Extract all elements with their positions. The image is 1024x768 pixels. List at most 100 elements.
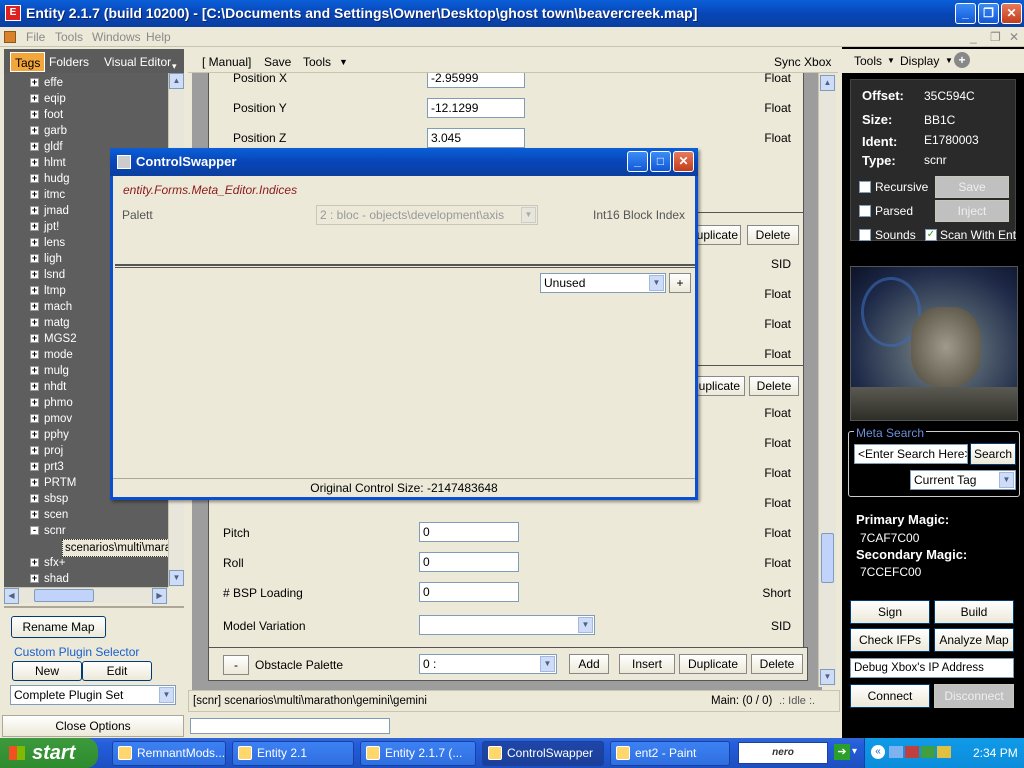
mdi-minimize-icon[interactable]: _ xyxy=(970,30,977,44)
tree-item[interactable]: + scen xyxy=(4,507,168,523)
expand-icon[interactable]: + xyxy=(30,446,39,455)
maximize-button[interactable]: ❐ xyxy=(978,3,999,24)
expand-icon[interactable]: + xyxy=(30,558,39,567)
search-button[interactable]: Search xyxy=(970,443,1016,465)
sign-button[interactable]: Sign xyxy=(850,600,930,624)
expand-icon[interactable]: + xyxy=(30,414,39,423)
save-tag-button[interactable]: Save xyxy=(935,176,1009,198)
add-button[interactable]: Add xyxy=(569,654,609,674)
expand-icon[interactable]: + xyxy=(30,78,39,87)
xbox-ip-input[interactable]: Debug Xbox's IP Address xyxy=(850,658,1014,678)
tree-item[interactable]: + garb xyxy=(4,123,168,139)
search-scope-select[interactable]: Current Tag ▼ xyxy=(910,470,1016,490)
expand-icon[interactable]: + xyxy=(30,254,39,263)
security-icon[interactable] xyxy=(905,746,919,758)
disconnect-button[interactable]: Disconnect xyxy=(934,684,1014,708)
horizontal-scroll-thumb[interactable] xyxy=(34,589,94,602)
expand-icon[interactable]: + xyxy=(30,478,39,487)
expand-icon[interactable]: + xyxy=(30,574,39,583)
mdi-close-icon[interactable]: ✕ xyxy=(1009,30,1019,44)
expand-icon[interactable]: + xyxy=(30,398,39,407)
expand-icon[interactable]: + xyxy=(30,334,39,343)
position-x-input[interactable]: -2.95999 xyxy=(427,73,525,88)
tree-item[interactable]: + shad xyxy=(4,571,168,587)
tray-expand-icon[interactable]: « xyxy=(871,745,885,759)
start-button[interactable]: start xyxy=(0,738,98,768)
dialog-title-bar[interactable]: ControlSwapper _ □ ✕ xyxy=(110,148,698,176)
expand-icon[interactable]: + xyxy=(30,302,39,311)
expand-icon[interactable]: + xyxy=(30,142,39,151)
tree-item[interactable]: + sfx+ xyxy=(4,555,168,571)
delete-button[interactable]: Delete xyxy=(747,225,799,245)
new-plugin-button[interactable]: New xyxy=(12,661,82,681)
edit-plugin-button[interactable]: Edit xyxy=(82,661,152,681)
expand-icon[interactable]: + xyxy=(30,206,39,215)
recursive-checkbox[interactable] xyxy=(859,181,871,193)
expand-icon[interactable]: + xyxy=(30,94,39,103)
tree-item[interactable]: + foot xyxy=(4,107,168,123)
tab-visual-editor[interactable]: Visual Editor xyxy=(100,52,175,72)
delete-button[interactable]: Delete xyxy=(751,654,803,674)
roll-input[interactable]: 0 xyxy=(419,552,519,572)
plugin-set-select[interactable]: Complete Plugin Set ▼ xyxy=(10,685,176,705)
volume-icon[interactable] xyxy=(937,746,951,758)
expand-icon[interactable]: + xyxy=(30,238,39,247)
scroll-down-icon[interactable]: ▼ xyxy=(169,570,184,586)
splitter[interactable] xyxy=(115,264,695,268)
expand-icon[interactable]: + xyxy=(30,510,39,519)
sync-xbox-button[interactable]: Sync Xbox xyxy=(774,55,831,69)
model-variation-select[interactable]: ▼ xyxy=(419,615,595,635)
close-button[interactable]: ✕ xyxy=(1001,3,1022,24)
expand-icon[interactable]: + xyxy=(30,286,39,295)
pitch-input[interactable]: 0 xyxy=(419,522,519,542)
save-meta-button[interactable]: Save xyxy=(264,55,291,69)
rename-map-button[interactable]: Rename Map xyxy=(11,616,106,638)
meta-search-input[interactable]: <Enter Search Here> xyxy=(854,444,968,464)
duplicate-button[interactable]: Duplicate xyxy=(679,654,747,674)
palett-select[interactable]: 2 : bloc - objects\development\axis ▼ xyxy=(316,205,538,225)
tree-item[interactable]: - scnr xyxy=(4,523,168,539)
expand-icon[interactable]: + xyxy=(30,430,39,439)
expand-icon[interactable]: + xyxy=(30,462,39,471)
scroll-up-icon[interactable]: ▲ xyxy=(820,75,835,91)
scroll-up-icon[interactable]: ▲ xyxy=(169,73,184,89)
delete-button[interactable]: Delete xyxy=(749,376,799,396)
dialog-maximize-button[interactable]: □ xyxy=(650,151,671,172)
collapse-icon[interactable]: - xyxy=(30,526,39,535)
position-z-input[interactable]: 3.045 xyxy=(427,128,525,148)
expand-icon[interactable]: + xyxy=(30,350,39,359)
expand-icon[interactable]: + xyxy=(30,494,39,503)
analyze-map-button[interactable]: Analyze Map xyxy=(934,628,1014,652)
bsp-loading-input[interactable]: 0 xyxy=(419,582,519,602)
check-ifps-button[interactable]: Check IFPs xyxy=(850,628,930,652)
expand-icon[interactable]: + xyxy=(30,222,39,231)
obstacle-palette-select[interactable]: 0 : ▼ xyxy=(419,654,557,674)
tab-tags[interactable]: Tags xyxy=(10,52,46,72)
task-entity-app[interactable]: Entity 2.1.7 (... xyxy=(360,741,476,766)
scroll-right-icon[interactable]: ▶ xyxy=(152,588,167,604)
title-bar[interactable]: E Entity 2.1.7 (build 10200) - [C:\Docum… xyxy=(0,0,1024,27)
expand-icon[interactable]: + xyxy=(30,126,39,135)
toolbar-tools-menu[interactable]: Tools xyxy=(303,55,331,69)
network-icon[interactable] xyxy=(889,746,903,758)
custom-plugin-selector-link[interactable]: Custom Plugin Selector xyxy=(14,645,139,659)
sounds-checkbox[interactable] xyxy=(859,229,871,241)
menu-file[interactable]: File xyxy=(26,30,45,44)
expand-icon[interactable]: + xyxy=(30,270,39,279)
dialog-close-button[interactable]: ✕ xyxy=(673,151,694,172)
right-display-menu[interactable]: Display xyxy=(900,54,939,68)
menu-help[interactable]: Help xyxy=(146,30,171,44)
expand-icon[interactable]: + xyxy=(30,174,39,183)
tab-dropdown-icon[interactable]: ▾ xyxy=(172,61,177,72)
vertical-scroll-thumb[interactable] xyxy=(821,533,834,583)
expand-icon[interactable]: + xyxy=(30,318,39,327)
add-control-button[interactable]: + xyxy=(669,273,691,293)
position-y-input[interactable]: -12.1299 xyxy=(427,98,525,118)
scroll-down-icon[interactable]: ▼ xyxy=(820,669,835,685)
minimize-button[interactable]: _ xyxy=(955,3,976,24)
collapse-button[interactable]: - xyxy=(223,655,249,675)
manual-button[interactable]: [ Manual] xyxy=(202,55,251,69)
clock[interactable]: 2:34 PM xyxy=(973,746,1018,760)
unused-select[interactable]: Unused ▼ xyxy=(540,273,666,293)
task-paint[interactable]: ent2 - Paint xyxy=(610,741,730,766)
